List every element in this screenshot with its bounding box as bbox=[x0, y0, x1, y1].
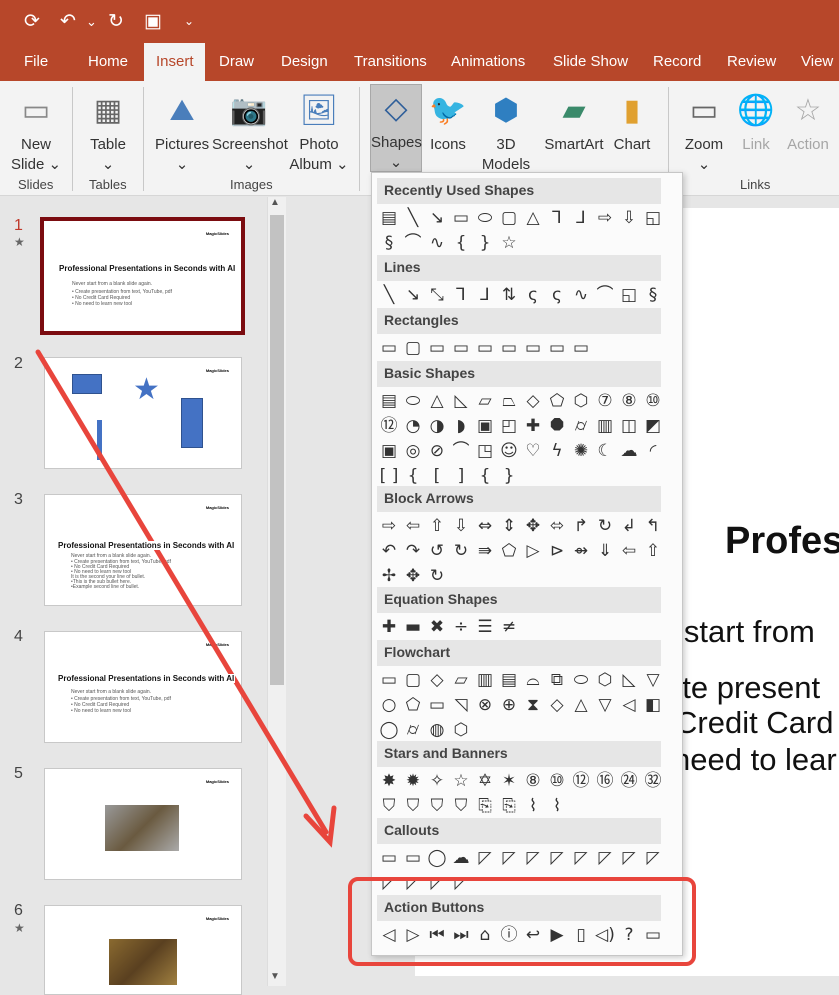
annotation-highlight-box bbox=[348, 877, 696, 966]
thumb-title: Professional Presentations in Seconds wi… bbox=[57, 541, 236, 550]
annotation-arrow bbox=[35, 349, 329, 835]
thumb-title: Professional Presentations in Seconds wi… bbox=[58, 264, 237, 273]
annotation-overlay bbox=[35, 349, 696, 966]
thumb-title: Professional Presentations in Seconds wi… bbox=[57, 674, 236, 683]
